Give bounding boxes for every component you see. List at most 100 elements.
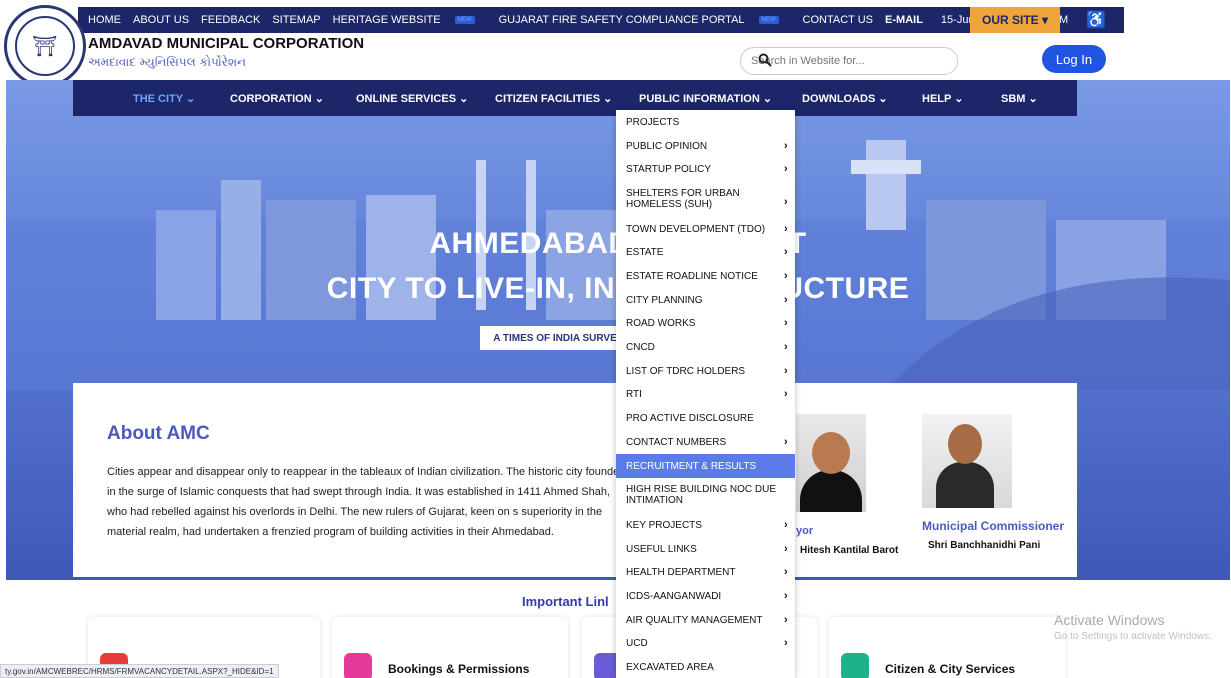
heritage-label: HERITAGE WEBSITE <box>332 14 441 26</box>
mayor-photo <box>796 414 866 512</box>
booking-icon <box>344 653 372 678</box>
chevron-right-icon: › <box>784 222 788 235</box>
important-links-heading: Important Linl <box>522 594 609 609</box>
top-link-sitemap[interactable]: SITEMAP <box>272 14 320 26</box>
mayor-role: yor <box>796 525 814 537</box>
menu-item-label: HEALTH DEPARTMENT <box>626 566 736 578</box>
new-badge: NEW <box>758 16 779 25</box>
menu-item-label: HIGH RISE BUILDING NOC DUE INTIMATION <box>626 484 777 506</box>
chevron-right-icon: › <box>784 316 788 329</box>
menu-item-recruitment-results[interactable]: RECRUITMENT & RESULTS <box>616 454 795 478</box>
status-bar-url: ty.gov.in/AMCWEBREC/HRMS/FRMVACANCYDETAI… <box>0 664 279 678</box>
menu-item-city-planning[interactable]: CITY PLANNING › <box>616 293 795 307</box>
org-name-gujarati: અમદાવાદ મ્યુનિસિપલ કોર્પોરેશન <box>88 55 247 69</box>
top-link-email[interactable]: E-MAIL <box>885 14 923 26</box>
menu-item-label: CNCD <box>626 341 655 353</box>
top-link-contact[interactable]: CONTACT US <box>803 14 874 26</box>
chevron-right-icon: › <box>784 636 788 649</box>
chevron-right-icon: › <box>784 245 788 258</box>
commissioner-photo <box>922 414 1012 508</box>
chevron-right-icon: › <box>784 139 788 152</box>
amc-logo[interactable]: ⛩ <box>4 5 86 87</box>
menu-item-label: ESTATE <box>626 246 664 258</box>
menu-item-label: USEFUL LINKS <box>626 543 697 555</box>
menu-item-label: TOWN DEVELOPMENT (TDO) <box>626 223 766 235</box>
menu-item-projects[interactable]: PROJECTS <box>616 115 795 129</box>
menu-item-health-department[interactable]: HEALTH DEPARTMENT › <box>616 565 795 579</box>
nav-sbm[interactable]: SBM ⌄ <box>1001 92 1038 105</box>
link-card-bookings[interactable]: Bookings & Permissions <box>332 617 568 678</box>
top-link-about[interactable]: ABOUT US <box>133 14 189 26</box>
menu-item-shelters[interactable]: SHELTERS FOR URBAN HOMELESS (SUH) <box>616 186 786 212</box>
menu-item-town-development[interactable]: TOWN DEVELOPMENT (TDO) › <box>616 222 795 236</box>
menu-item-air-quality[interactable]: AIR QUALITY MANAGEMENT › <box>616 613 795 627</box>
chevron-right-icon: › <box>784 613 788 626</box>
survey-badge: A TIMES OF INDIA SURVE <box>480 326 630 350</box>
top-links: HOME ABOUT US FEEDBACK SITEMAP HERITAGE … <box>88 7 1080 33</box>
menu-item-startup-policy[interactable]: STARTUP POLICY › <box>616 162 795 176</box>
logo-emblem-icon: ⛩ <box>15 16 75 76</box>
nav-help[interactable]: HELP ⌄ <box>922 92 963 105</box>
nav-downloads[interactable]: DOWNLOADS ⌄ <box>802 92 888 105</box>
chevron-right-icon: › <box>784 518 788 531</box>
search-input[interactable] <box>751 55 951 67</box>
menu-item-cncd[interactable]: CNCD › <box>616 340 795 354</box>
top-bar: HOME ABOUT US FEEDBACK SITEMAP HERITAGE … <box>0 0 1231 40</box>
menu-item-rti[interactable]: RTI › <box>616 387 795 401</box>
menu-item-road-works[interactable]: ROAD WORKS › <box>616 316 795 330</box>
menu-item-label: KEY PROJECTS <box>626 519 702 531</box>
menu-item-estate-roadline[interactable]: ESTATE ROADLINE NOTICE › <box>616 269 795 283</box>
about-text: Cities appear and disappear only to reap… <box>107 466 626 538</box>
chevron-right-icon: › <box>784 196 788 208</box>
link-card-label: Citizen & City Services <box>885 662 1016 676</box>
commissioner-name: Shri Banchhanidhi Pani <box>928 540 1041 551</box>
menu-item-label: ROAD WORKS <box>626 317 696 329</box>
menu-item-label: UCD <box>626 637 648 649</box>
top-link-feedback[interactable]: FEEDBACK <box>201 14 260 26</box>
mayor-name: Hitesh Kantilal Barot <box>800 545 899 556</box>
menu-item-high-rise-noc[interactable]: HIGH RISE BUILDING NOC DUE INTIMATION <box>616 482 791 508</box>
menu-item-excavated-area[interactable]: EXCAVATED AREA <box>616 660 795 674</box>
top-link-gujarat-fire[interactable]: GUJARAT FIRE SAFETY COMPLIANCE PORTAL NEW <box>499 14 791 26</box>
chevron-right-icon: › <box>784 269 788 282</box>
nav-citizen-facilities[interactable]: CITIZEN FACILITIES ⌄ <box>495 92 612 105</box>
menu-item-icds-aanganwadi[interactable]: ICDS-AANGANWADI › <box>616 589 795 603</box>
menu-item-label: ICDS-AANGANWADI <box>626 590 722 602</box>
gujarat-fire-label: GUJARAT FIRE SAFETY COMPLIANCE PORTAL <box>498 14 745 26</box>
menu-item-useful-links[interactable]: USEFUL LINKS › <box>616 542 795 556</box>
top-link-heritage[interactable]: HERITAGE WEBSITE NEW <box>333 14 487 26</box>
public-information-dropdown: PROJECTS PUBLIC OPINION › STARTUP POLICY ›… <box>616 110 795 678</box>
main-nav: THE CITY ⌄ CORPORATION ⌄ ONLINE SERVICES… <box>73 80 1077 116</box>
citizen-icon <box>841 653 869 678</box>
menu-item-public-opinion[interactable]: PUBLIC OPINION › <box>616 139 795 153</box>
nav-online-services[interactable]: ONLINE SERVICES ⌄ <box>356 92 468 105</box>
menu-item-label: AIR QUALITY MANAGEMENT <box>626 614 763 626</box>
about-heading: About AMC <box>107 423 210 444</box>
nav-corporation[interactable]: CORPORATION ⌄ <box>230 92 324 105</box>
menu-item-label: PRO ACTIVE DISCLOSURE <box>626 412 754 424</box>
menu-item-estate[interactable]: ESTATE › <box>616 245 795 259</box>
new-badge: NEW <box>454 16 475 25</box>
chevron-right-icon: › <box>784 364 788 377</box>
nav-public-information[interactable]: PUBLIC INFORMATION ⌄ <box>639 92 772 105</box>
menu-item-contact-numbers[interactable]: CONTACT NUMBERS › <box>616 435 795 449</box>
menu-item-ucd[interactable]: UCD › <box>616 636 795 650</box>
top-link-home[interactable]: HOME <box>88 14 121 26</box>
org-name: AMDAVAD MUNICIPAL CORPORATION <box>88 35 365 52</box>
wheelchair-icon[interactable]: ♿ <box>1086 10 1106 30</box>
menu-item-pro-active-disclosure[interactable]: PRO ACTIVE DISCLOSURE <box>616 411 795 425</box>
login-button[interactable]: Log In <box>1042 45 1106 73</box>
menu-item-label: LIST OF TDRC HOLDERS <box>626 365 746 377</box>
link-card-label: Bookings & Permissions <box>388 662 530 676</box>
menu-item-label: CONTACT NUMBERS <box>626 436 727 448</box>
nav-the-city[interactable]: THE CITY ⌄ <box>133 92 195 105</box>
menu-item-key-projects[interactable]: KEY PROJECTS › <box>616 518 795 532</box>
chevron-right-icon: › <box>784 542 788 555</box>
menu-item-label: STARTUP POLICY <box>626 163 712 175</box>
our-site-button[interactable]: OUR SITE ▾ <box>970 7 1060 33</box>
link-card-citizen[interactable]: Citizen & City Services <box>829 617 1065 678</box>
search-icon[interactable] <box>758 53 772 67</box>
search-box[interactable] <box>740 47 958 75</box>
chevron-right-icon: › <box>784 387 788 400</box>
menu-item-tdrc-holders[interactable]: LIST OF TDRC HOLDERS › <box>616 364 795 378</box>
